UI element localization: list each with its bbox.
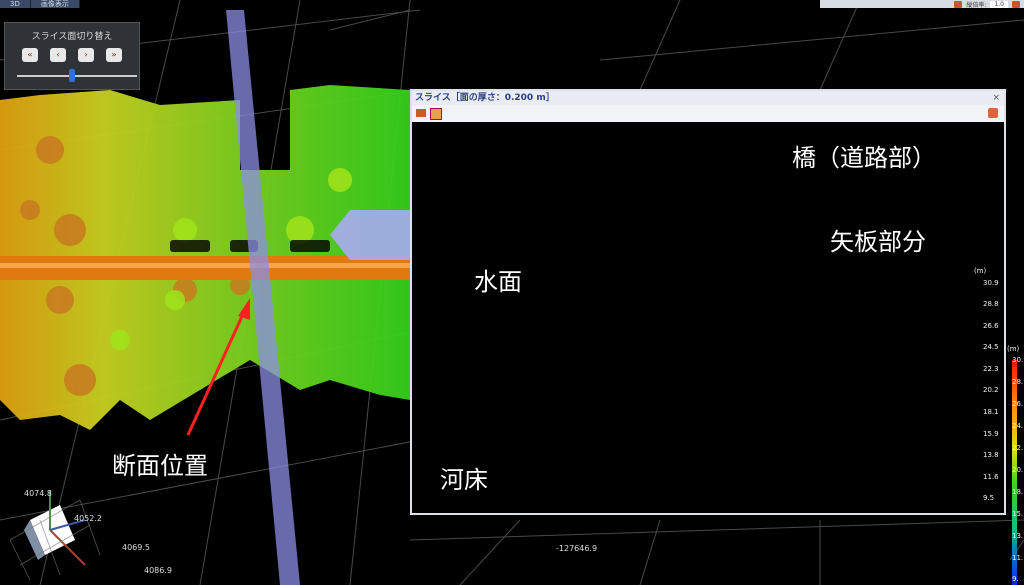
colorbar-inner-tick: 30.9: [983, 279, 999, 287]
colorbar-inner-tick: 13.8: [983, 451, 999, 459]
colorbar-outer-tick: 28.: [1012, 378, 1024, 386]
slice-next-button[interactable]: ›: [78, 48, 94, 62]
colorbar-inner-tick: 26.6: [983, 322, 999, 330]
colorbar-inner-tick: 11.6: [983, 473, 999, 481]
vertical-scale-value[interactable]: 1.0: [990, 0, 1008, 8]
tab-3d[interactable]: 3D: [0, 0, 31, 8]
coord-z: 4074.8: [24, 489, 52, 498]
slice-prev-button[interactable]: ‹: [50, 48, 66, 62]
colorbar-outer-tick: 26.: [1012, 400, 1024, 408]
export-icon[interactable]: [416, 109, 426, 117]
colorbar-outer-tick: 11.: [1012, 554, 1024, 562]
vertical-scale-label: 縦倍率:: [966, 1, 987, 9]
slice-slider-thumb[interactable]: [69, 69, 75, 82]
slice-last-button[interactable]: »: [106, 48, 122, 62]
slice-panel-title: スライス面切り替え: [31, 32, 113, 42]
toolbar-tool-icon[interactable]: [954, 0, 963, 8]
colorbar-inner-tick: 22.3: [983, 365, 999, 373]
annotation-riverbed: 河床: [440, 466, 488, 494]
colorbar-inner-unit: (m): [974, 267, 987, 275]
colorbar-outer-tick: 20.: [1012, 466, 1024, 474]
coord-x2: 4086.9: [144, 566, 172, 575]
tab-image[interactable]: 画像表示: [30, 0, 80, 8]
toolbar-option-icon[interactable]: [1012, 0, 1020, 8]
colorbar-outer-tick: 13.: [1012, 532, 1024, 540]
colorbar-inner-tick: 18.1: [983, 408, 999, 416]
colorbar-inner-tick: 20.2: [983, 386, 999, 394]
colorbar-outer-tick: 18.: [1012, 488, 1024, 496]
annotation-water-surface: 水面: [474, 268, 522, 296]
slice-first-button[interactable]: «: [22, 48, 38, 62]
slice-window-toolbar: [412, 105, 1004, 122]
colorbar-inner-tick: 9.5: [983, 494, 995, 502]
colorbar-inner-tick: 15.9: [983, 430, 999, 438]
colorbar-outer-tick: 30.: [1012, 356, 1024, 364]
colorbar-outer-tick: 24.: [1012, 422, 1024, 430]
slice-window-titlebar[interactable]: スライス［面の厚さ：0.200 m］ ×: [412, 91, 1004, 105]
colorbar-outer-tick: 22.: [1012, 444, 1024, 452]
close-icon[interactable]: ×: [992, 91, 1000, 105]
home-icon[interactable]: [988, 108, 998, 118]
slice-slider-track[interactable]: [17, 75, 137, 77]
annotation-section-position: 断面位置: [112, 452, 208, 480]
annotation-sheet-pile: 矢板部分: [830, 228, 926, 256]
coord-bottom: -127646.9: [556, 544, 598, 553]
colorbar-inner-tick: 28.8: [983, 300, 999, 308]
slice-switch-panel: スライス面切り替え « ‹ › »: [4, 22, 140, 90]
save-icon[interactable]: [430, 108, 442, 120]
annotation-bridge: 橋（道路部）: [792, 144, 936, 172]
slice-window-title: スライス［面の厚さ：0.200 m］: [415, 93, 555, 103]
colorbar-outer-tick: 9.: [1012, 575, 1019, 583]
top-toolbar: 縦倍率: 1.0: [820, 0, 1024, 9]
coord-y: 4052.2: [74, 514, 102, 523]
colorbar-outer-unit: (m): [1007, 345, 1020, 353]
coord-x1: 4069.5: [122, 543, 150, 552]
colorbar-inner-tick: 24.5: [983, 343, 999, 351]
view-tabs: 3D 画像表示: [0, 0, 80, 8]
colorbar-outer-tick: 15.: [1012, 510, 1024, 518]
